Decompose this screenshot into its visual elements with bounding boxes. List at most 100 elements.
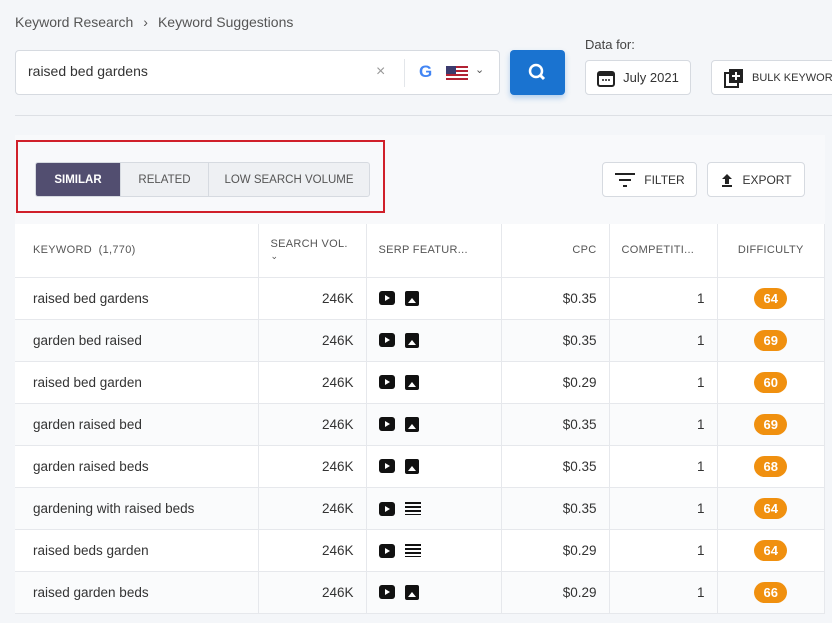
keyword-cell[interactable]: garden raised beds <box>15 445 259 488</box>
column-difficulty[interactable]: DIFFICULTY <box>717 224 825 278</box>
keyword-cell[interactable]: raised garden beds <box>15 571 259 614</box>
difficulty-badge: 64 <box>754 497 788 519</box>
difficulty-cell: 69 <box>717 319 825 362</box>
table-row[interactable]: raised bed gardens 246K $0.35 1 64 <box>15 277 825 320</box>
difficulty-cell: 64 <box>717 487 825 530</box>
tab-related[interactable]: RELATED <box>121 163 209 196</box>
difficulty-cell: 64 <box>717 529 825 572</box>
difficulty-cell: 64 <box>717 277 825 320</box>
keyword-cell[interactable]: garden raised bed <box>15 403 259 446</box>
youtube-icon <box>378 501 395 516</box>
keyword-count: (1,770) <box>98 244 136 257</box>
us-flag-icon[interactable] <box>446 66 468 80</box>
volume-cell: 246K <box>258 571 367 614</box>
image-icon <box>404 332 419 348</box>
column-serp-features[interactable]: SERP FEATUR... <box>366 224 502 278</box>
serp-features-cell <box>366 277 502 320</box>
list-icon <box>404 544 421 558</box>
column-search-volume[interactable]: SEARCH VOL. ⌄ <box>258 224 367 278</box>
youtube-icon <box>378 459 395 474</box>
cpc-cell: $0.35 <box>501 487 610 530</box>
difficulty-badge: 64 <box>754 539 788 561</box>
volume-cell: 246K <box>258 277 367 320</box>
keyword-cell[interactable]: garden bed raised <box>15 319 259 362</box>
keyword-cell[interactable]: raised beds garden <box>15 529 259 572</box>
volume-header-label: SEARCH VOL. <box>270 238 348 251</box>
date-label: July 2021 <box>623 70 679 85</box>
google-icon[interactable]: G <box>419 62 432 82</box>
export-label: EXPORT <box>742 172 792 187</box>
upload-icon <box>722 173 733 187</box>
keyword-header-label: KEYWORD <box>33 244 92 257</box>
youtube-icon <box>378 291 395 306</box>
youtube-icon <box>378 333 395 348</box>
youtube-icon <box>378 375 395 390</box>
serp-features-cell <box>366 445 502 488</box>
table-row[interactable]: raised garden beds 246K $0.29 1 66 <box>15 571 825 614</box>
column-competition[interactable]: COMPETITI... <box>609 224 718 278</box>
table-row[interactable]: garden raised bed 246K $0.35 1 69 <box>15 403 825 446</box>
clear-icon[interactable]: × <box>376 63 385 81</box>
tab-similar[interactable]: SIMILAR <box>36 163 121 196</box>
table-row[interactable]: raised beds garden 246K $0.29 1 64 <box>15 529 825 572</box>
export-button[interactable]: EXPORT <box>707 162 805 197</box>
search-input[interactable] <box>28 63 368 79</box>
chevron-down-icon[interactable]: ⌄ <box>475 63 484 76</box>
table-row[interactable]: raised bed garden 246K $0.29 1 60 <box>15 361 825 404</box>
table-row[interactable]: garden raised beds 246K $0.35 1 68 <box>15 445 825 488</box>
competition-cell: 1 <box>609 529 718 572</box>
cpc-cell: $0.29 <box>501 361 610 404</box>
search-icon <box>528 63 546 81</box>
image-icon <box>404 374 419 390</box>
competition-cell: 1 <box>609 277 718 320</box>
difficulty-badge: 69 <box>754 413 788 435</box>
image-icon <box>404 458 419 474</box>
cpc-cell: $0.35 <box>501 319 610 362</box>
youtube-icon <box>378 417 395 432</box>
breadcrumb: Keyword Research › Keyword Suggestions <box>15 14 293 30</box>
table-row[interactable]: garden bed raised 246K $0.35 1 69 <box>15 319 825 362</box>
bulk-add-icon <box>724 68 743 88</box>
serp-features-cell <box>366 319 502 362</box>
keyword-cell[interactable]: gardening with raised beds <box>15 487 259 530</box>
serp-features-cell <box>366 403 502 446</box>
keyword-cell[interactable]: raised bed gardens <box>15 277 259 320</box>
table-header: KEYWORD (1,770) SEARCH VOL. ⌄ SERP FEATU… <box>15 224 825 278</box>
cpc-cell: $0.35 <box>501 445 610 488</box>
competition-cell: 1 <box>609 445 718 488</box>
difficulty-badge: 69 <box>754 329 788 351</box>
image-icon <box>404 416 419 432</box>
bulk-keywords-button[interactable]: BULK KEYWOR <box>711 60 832 95</box>
data-for-label: Data for: <box>585 37 635 52</box>
sort-desc-icon: ⌄ <box>270 251 279 262</box>
filter-button[interactable]: FILTER <box>602 162 697 197</box>
difficulty-badge: 64 <box>754 287 788 309</box>
column-cpc[interactable]: CPC <box>501 224 610 278</box>
breadcrumb-keyword-suggestions: Keyword Suggestions <box>157 14 294 30</box>
serp-features-cell <box>366 529 502 572</box>
date-picker-button[interactable]: July 2021 <box>585 60 691 95</box>
bulk-keywords-label: BULK KEYWOR <box>752 71 832 84</box>
difficulty-badge: 68 <box>754 455 788 477</box>
cpc-cell: $0.29 <box>501 529 610 572</box>
tab-low-search-volume[interactable]: LOW SEARCH VOLUME <box>209 163 369 196</box>
difficulty-cell: 69 <box>717 403 825 446</box>
table-row[interactable]: gardening with raised beds 246K $0.35 1 … <box>15 487 825 530</box>
breadcrumb-keyword-research[interactable]: Keyword Research <box>15 14 133 30</box>
competition-cell: 1 <box>609 319 718 362</box>
volume-cell: 246K <box>258 529 367 572</box>
column-keyword[interactable]: KEYWORD (1,770) <box>15 224 259 278</box>
search-button[interactable] <box>510 50 565 95</box>
filter-label: FILTER <box>644 172 685 187</box>
keyword-cell[interactable]: raised bed garden <box>15 361 259 404</box>
cpc-cell: $0.29 <box>501 571 610 614</box>
youtube-icon <box>378 543 395 558</box>
difficulty-cell: 68 <box>717 445 825 488</box>
difficulty-cell: 60 <box>717 361 825 404</box>
serp-features-cell <box>366 571 502 614</box>
filter-icon <box>615 172 636 187</box>
competition-cell: 1 <box>609 361 718 404</box>
competition-cell: 1 <box>609 487 718 530</box>
volume-cell: 246K <box>258 361 367 404</box>
difficulty-cell: 66 <box>717 571 825 614</box>
